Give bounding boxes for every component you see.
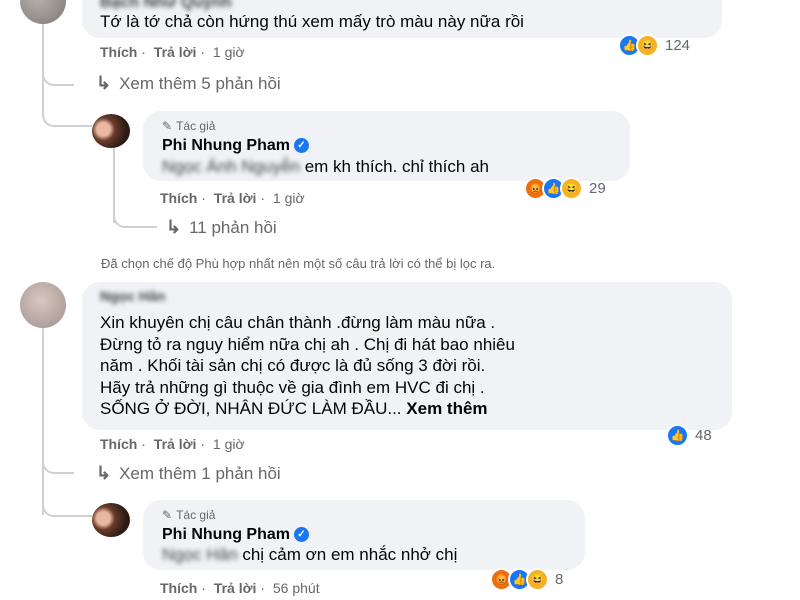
reply-time[interactable]: 1 giờ <box>273 190 305 206</box>
comment-line: Hãy trả những gì thuộc về gia đình em HV… <box>100 377 485 397</box>
pencil-icon: ✎ <box>162 119 173 133</box>
reply-body: em kh thích. chỉ thích ah <box>304 157 489 176</box>
comment-line: Xin khuyên chị câu chân thành .đừng làm … <box>100 313 496 332</box>
reply-actions: Thích · Trả lời · 1 giờ <box>160 190 305 206</box>
haha-reaction-icon: 😆 <box>560 177 583 200</box>
comment-bubble: Bạch Như Quỳnh Tớ là tớ chả còn hứng thú… <box>82 0 722 38</box>
thread-connector <box>113 200 157 228</box>
author-tag: ✎ Tác giả <box>162 508 215 522</box>
pencil-icon: ✎ <box>162 508 173 522</box>
reaction-summary[interactable]: 👍 48 <box>666 424 712 447</box>
reaction-count: 124 <box>665 37 691 54</box>
verified-badge-icon: ✓ <box>294 527 309 543</box>
avatar[interactable] <box>92 503 130 537</box>
author-tag-label: Tác giả <box>176 119 216 133</box>
comment-line: Đừng tỏ ra nguy hiểm nữa chị ah . Chị đi… <box>100 334 515 354</box>
reply-body: chị cảm ơn em nhắc nhở chị <box>242 545 458 564</box>
reply-text: Ngọc Ánh Nguyễn em kh thích. chỉ thích a… <box>162 157 489 177</box>
reply-author[interactable]: Phi Nhung Pham ✓ <box>162 526 309 544</box>
haha-reaction-icon: 😆 <box>526 568 549 591</box>
reply-actions: Thích · Trả lời · 56 phút <box>160 580 320 596</box>
avatar[interactable] <box>20 282 66 328</box>
avatar[interactable] <box>20 0 66 24</box>
comment-line-text: SỐNG Ở ĐỜI, NHÂN ĐỨC LÀM ĐẦU... <box>100 399 402 418</box>
reply-arrow-icon: ↳ <box>96 463 112 483</box>
author-tag: ✎ Tác giả <box>162 119 215 133</box>
mention[interactable]: Ngọc Hân <box>162 545 238 564</box>
like-link[interactable]: Thích <box>160 190 197 206</box>
filter-notice: Đã chọn chế độ Phù hợp nhất nên một số c… <box>101 256 496 271</box>
thread-connector <box>42 490 92 517</box>
reaction-count: 8 <box>555 571 564 588</box>
thread-connector <box>42 100 92 127</box>
view-more-label: Xem thêm 1 phản hồi <box>119 463 281 483</box>
comment-author[interactable]: Ngọc Hân <box>100 288 165 304</box>
reaction-count: 29 <box>589 180 606 197</box>
reaction-summary[interactable]: 😡 👍 😆 8 <box>490 568 563 591</box>
view-more-label: Xem thêm 5 phản hồi <box>119 73 281 93</box>
comment-line: năm . Khối tài sản chị có được là đủ sốn… <box>100 356 486 375</box>
replies-label: 11 phản hồi <box>189 217 277 237</box>
comment-text: Xin khuyên chị câu chân thành .đừng làm … <box>100 312 720 420</box>
reply-text: Ngọc Hân chị cảm ơn em nhắc nhở chị <box>162 545 457 565</box>
reply-author[interactable]: Phi Nhung Pham ✓ <box>162 137 309 155</box>
reply-link[interactable]: Trả lời <box>214 190 257 206</box>
see-more-link[interactable]: Xem thêm <box>406 399 487 418</box>
reply-link[interactable]: Trả lời <box>154 44 197 60</box>
reply-bubble: ✎ Tác giả Phi Nhung Pham ✓ Ngọc Ánh Nguyễ… <box>143 111 630 181</box>
comment-time[interactable]: 1 giờ <box>213 436 245 452</box>
thread-connector <box>42 60 74 86</box>
like-link[interactable]: Thích <box>100 44 137 60</box>
comment-time[interactable]: 1 giờ <box>213 44 245 60</box>
thread-connector <box>42 450 74 474</box>
reply-time[interactable]: 56 phút <box>273 580 320 596</box>
comment-author[interactable]: Bạch Như Quỳnh <box>100 0 232 12</box>
reaction-summary[interactable]: 😡 👍 😆 29 <box>524 177 606 200</box>
comment-text: Tớ là tớ chả còn hứng thú xem mấy trò mà… <box>100 12 524 31</box>
view-more-replies[interactable]: ↳ Xem thêm 5 phản hồi <box>96 73 281 94</box>
comment-actions: Thích · Trả lời · 1 giờ <box>100 44 245 60</box>
mention[interactable]: Ngọc Ánh Nguyễn <box>162 157 300 176</box>
author-tag-label: Tác giả <box>176 508 216 522</box>
reply-author-name: Phi Nhung Pham <box>162 137 290 154</box>
reply-arrow-icon: ↳ <box>96 73 112 93</box>
reaction-count: 48 <box>695 427 712 444</box>
reply-author-name: Phi Nhung Pham <box>162 526 290 543</box>
verified-badge-icon: ✓ <box>294 138 309 154</box>
thread-line <box>42 325 44 515</box>
comment-bubble: Ngọc Hân Xin khuyên chị câu chân thành .… <box>82 282 732 430</box>
like-reaction-icon: 👍 <box>666 424 689 447</box>
comment-actions: Thích · Trả lời · 1 giờ <box>100 436 245 452</box>
haha-reaction-icon: 😆 <box>636 34 659 57</box>
reply-bubble: ✎ Tác giả Phi Nhung Pham ✓ Ngọc Hân chị c… <box>143 500 585 570</box>
reply-link[interactable]: Trả lời <box>214 580 257 596</box>
view-replies[interactable]: ↳ 11 phản hồi <box>166 217 277 238</box>
reaction-summary[interactable]: 👍 😆 124 <box>618 34 690 57</box>
like-link[interactable]: Thích <box>100 436 137 452</box>
reply-arrow-icon: ↳ <box>166 217 182 237</box>
comment-line: SỐNG Ở ĐỜI, NHÂN ĐỨC LÀM ĐẦU... Xem thêm <box>100 398 720 420</box>
avatar[interactable] <box>92 114 130 148</box>
like-link[interactable]: Thích <box>160 580 197 596</box>
reply-link[interactable]: Trả lời <box>154 436 197 452</box>
view-more-replies[interactable]: ↳ Xem thêm 1 phản hồi <box>96 463 281 484</box>
